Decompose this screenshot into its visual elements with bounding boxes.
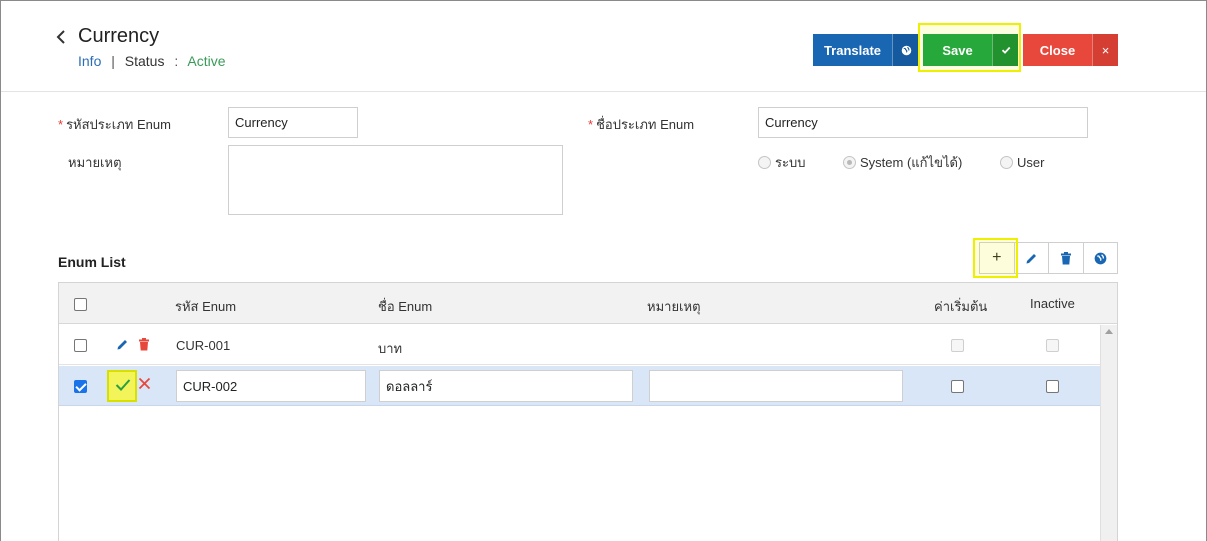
header-divider xyxy=(1,91,1206,92)
default-checkbox xyxy=(951,339,964,352)
globe-icon xyxy=(1094,252,1107,264)
edit-row-icon[interactable] xyxy=(116,338,129,354)
back-chevron-icon[interactable] xyxy=(55,28,69,46)
column-header-default: ค่าเริ่มต้น xyxy=(934,299,988,314)
page-title: Currency xyxy=(78,25,160,47)
code-input[interactable] xyxy=(176,370,366,402)
subnav-separator: | xyxy=(111,53,115,69)
delete-row-icon[interactable] xyxy=(138,338,150,354)
status-label: Status xyxy=(124,53,165,69)
required-mark: * xyxy=(588,117,594,132)
check-icon[interactable] xyxy=(992,34,1018,66)
column-header-code: รหัส Enum xyxy=(175,299,237,314)
pencil-icon xyxy=(1026,253,1036,263)
radio-circle[interactable] xyxy=(1000,156,1013,169)
globe-icon[interactable] xyxy=(892,34,919,66)
table-header: รหัส Enum ชื่อ Enum หมายเหตุ ค่าเริ่มต้น… xyxy=(59,283,1117,324)
status-value: Active xyxy=(187,53,226,69)
close-button[interactable]: Close × xyxy=(1023,34,1118,66)
inactive-checkbox xyxy=(1046,339,1059,352)
enum-scope-radio-group: ระบบ System (แก้ไขได้) User xyxy=(758,152,1044,173)
close-button-label[interactable]: Close xyxy=(1023,34,1092,66)
translate-rows-button[interactable] xyxy=(1084,243,1118,273)
radio-circle-checked[interactable] xyxy=(843,156,856,169)
delete-button[interactable] xyxy=(1049,243,1084,273)
required-mark: * xyxy=(58,117,64,132)
confirm-check-icon[interactable] xyxy=(115,378,131,395)
close-x-icon[interactable]: × xyxy=(1092,34,1118,66)
enum-list-table: รหัส Enum ชื่อ Enum หมายเหตุ ค่าเริ่มต้น… xyxy=(58,282,1118,541)
column-header-inactive: Inactive xyxy=(1030,296,1075,311)
remark-input[interactable] xyxy=(649,370,903,402)
vertical-scrollbar[interactable] xyxy=(1100,325,1117,541)
save-button-label[interactable]: Save xyxy=(923,34,992,66)
radio-user[interactable]: User xyxy=(1000,155,1044,170)
info-link[interactable]: Info xyxy=(78,53,101,69)
cell-name: บาท xyxy=(378,341,403,356)
status-colon: : xyxy=(174,53,179,69)
enum-list-title: Enum List xyxy=(58,254,126,270)
name-input[interactable] xyxy=(379,370,633,402)
cancel-x-icon[interactable] xyxy=(138,377,151,393)
remark-textarea[interactable] xyxy=(228,145,563,215)
table-row[interactable]: CUR-001 บาท xyxy=(59,325,1100,365)
remark-label: หมายเหตุ xyxy=(68,155,122,170)
enum-name-input[interactable] xyxy=(758,107,1088,138)
enum-code-label: * รหัสประเภท Enum xyxy=(58,117,171,132)
select-all-checkbox[interactable] xyxy=(74,298,87,311)
column-header-remark: หมายเหตุ xyxy=(647,299,701,314)
scroll-up-arrow-icon[interactable] xyxy=(1105,329,1113,334)
enum-name-label: * ชื่อประเภท Enum xyxy=(588,117,695,132)
edit-button[interactable] xyxy=(1015,243,1049,273)
trash-icon xyxy=(1060,251,1071,264)
table-row-editing[interactable] xyxy=(59,366,1100,406)
row-checkbox-checked[interactable] xyxy=(74,380,87,393)
cell-code: CUR-001 xyxy=(176,338,231,353)
translate-button[interactable]: Translate xyxy=(813,34,919,66)
radio-circle[interactable] xyxy=(758,156,771,169)
default-checkbox[interactable] xyxy=(951,380,964,393)
radio-system-editable[interactable]: System (แก้ไขได้) xyxy=(843,152,1000,173)
row-checkbox[interactable] xyxy=(74,339,87,352)
enum-code-input[interactable] xyxy=(228,107,358,138)
subnav: Info | Status : Active xyxy=(78,53,226,69)
save-button[interactable]: Save xyxy=(923,34,1018,66)
radio-system[interactable]: ระบบ xyxy=(758,152,843,173)
column-header-name: ชื่อ Enum xyxy=(378,299,433,314)
add-highlight xyxy=(973,238,1018,278)
inactive-checkbox[interactable] xyxy=(1046,380,1059,393)
translate-button-label[interactable]: Translate xyxy=(813,34,892,66)
